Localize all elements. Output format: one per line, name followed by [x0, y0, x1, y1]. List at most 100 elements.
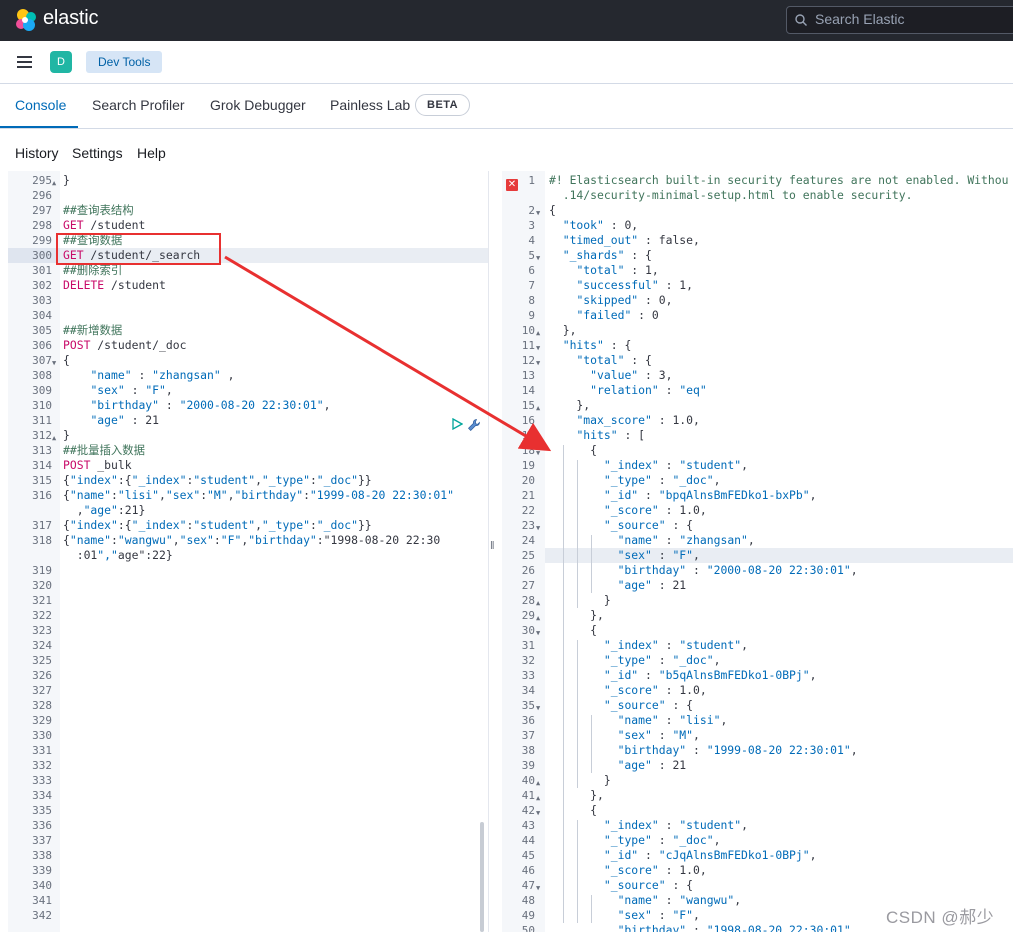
output-fold-toggle-icon[interactable]: ▼ — [536, 431, 544, 446]
output-fold-toggle-icon[interactable]: ▼ — [536, 881, 544, 896]
wrench-icon[interactable] — [467, 418, 481, 432]
elastic-logo-icon[interactable] — [14, 8, 38, 32]
output-line: "_index" : "student", — [603, 818, 748, 832]
line-number: 319 — [32, 564, 52, 577]
output-fold-toggle-icon[interactable]: ▲ — [536, 791, 544, 806]
output-line-number: 25 — [521, 549, 535, 562]
output-line-number: 27 — [521, 579, 535, 592]
code-line[interactable]: "birthday" : "2000-08-20 22:30:01", — [63, 398, 330, 413]
response-output[interactable]: ✕ 1 #! Elasticsearch built-in security fe… — [502, 171, 1013, 932]
output-line: }, — [549, 323, 577, 337]
output-line: "_index" : "student", — [603, 638, 748, 652]
output-fold-toggle-icon[interactable]: ▲ — [536, 611, 544, 626]
send-request-icon[interactable] — [451, 418, 463, 430]
line-number: 339 — [32, 864, 52, 877]
tab-grok-debugger[interactable]: Grok Debugger — [210, 97, 306, 113]
request-editor[interactable]: 295 ▲} 296 297 ##查询表结构 298 GET /student 299 ##查询… — [8, 171, 489, 932]
line-number: 301 — [32, 264, 52, 277]
output-fold-toggle-icon[interactable]: ▼ — [536, 626, 544, 641]
code-line[interactable]: {"index":{"_index":"student","_type":"_d… — [63, 473, 372, 488]
line-number: 342 — [32, 909, 52, 922]
output-fold-toggle-icon[interactable]: ▼ — [536, 341, 544, 356]
fold-toggle-icon[interactable]: ▼ — [52, 356, 60, 371]
code-line[interactable]: {"name":"lisi","sex":"M","birthday":"199… — [63, 488, 454, 503]
code-line[interactable]: } — [63, 173, 70, 188]
line-number: 324 — [32, 639, 52, 652]
panel-resize-handle[interactable]: ‖ — [490, 540, 498, 556]
code-line[interactable]: "age" : 21 — [63, 413, 159, 428]
output-line: }, — [549, 398, 591, 412]
code-line[interactable]: POST _bulk — [63, 458, 132, 473]
code-line[interactable]: } — [63, 428, 70, 443]
line-number: 315 — [32, 474, 52, 487]
output-fold-toggle-icon[interactable]: ▼ — [536, 446, 544, 461]
editor-scrollbar[interactable] — [480, 822, 484, 932]
line-number: 306 — [32, 339, 52, 352]
code-line[interactable]: {"name":"wangwu","sex":"F","birthday":"1… — [63, 533, 440, 548]
output-line-number: 47 — [521, 879, 535, 892]
line-number: 331 — [32, 744, 52, 757]
help-link[interactable]: Help — [137, 145, 166, 161]
space-avatar[interactable]: D — [50, 51, 72, 73]
code-line[interactable]: ,"age":21} — [63, 503, 146, 518]
output-line-number: 31 — [521, 639, 535, 652]
output-line-number: 35 — [521, 699, 535, 712]
fold-toggle-icon[interactable]: ▲ — [52, 431, 60, 446]
code-line[interactable]: "name" : "zhangsan" , — [63, 368, 234, 383]
indent-guide — [563, 445, 564, 923]
output-fold-toggle-icon[interactable]: ▼ — [536, 206, 544, 221]
output-line: "value" : 3, — [590, 368, 673, 382]
line-number: 321 — [32, 594, 52, 607]
output-line: "_shards" : { — [562, 248, 652, 262]
search-icon — [795, 14, 807, 26]
line-number: 320 — [32, 579, 52, 592]
indent-guide — [591, 535, 592, 593]
code-line[interactable]: GET /student — [63, 218, 145, 233]
output-line: "_id" : "b5qAlnsBmFEDko1-0BPj", — [603, 668, 817, 682]
output-fold-toggle-icon[interactable]: ▼ — [536, 251, 544, 266]
watermark: CSDN @郝少 — [886, 908, 995, 927]
code-line[interactable]: ##新增数据 — [63, 323, 122, 338]
search-input[interactable]: Search Elastic — [786, 6, 1013, 34]
code-line[interactable]: DELETE /student — [63, 278, 166, 293]
tab-console[interactable]: Console — [15, 97, 66, 113]
output-fold-toggle-icon[interactable]: ▲ — [536, 326, 544, 341]
brand-name[interactable]: elastic — [43, 7, 98, 30]
output-fold-toggle-icon[interactable]: ▼ — [536, 701, 544, 716]
line-number: 302 — [32, 279, 52, 292]
line-number: 313 — [32, 444, 52, 457]
line-number: 337 — [32, 834, 52, 847]
breadcrumb-dev-tools[interactable]: Dev Tools — [86, 51, 163, 73]
line-number: 295 — [32, 174, 52, 187]
code-line[interactable]: {"index":{"_index":"student","_type":"_d… — [63, 518, 372, 533]
code-line[interactable]: POST /student/_doc — [63, 338, 186, 353]
tab-painless-lab[interactable]: Painless Lab — [330, 97, 410, 113]
output-fold-toggle-icon[interactable]: ▲ — [536, 776, 544, 791]
fold-toggle-icon[interactable]: ▲ — [52, 176, 60, 191]
output-line: "total" : { — [576, 353, 652, 367]
history-link[interactable]: History — [15, 145, 59, 161]
output-fold-toggle-icon[interactable]: ▼ — [536, 356, 544, 371]
output-line: "hits" : [ — [576, 428, 646, 442]
output-fold-toggle-icon[interactable]: ▲ — [536, 596, 544, 611]
code-line[interactable]: ##批量插入数据 — [63, 443, 145, 458]
code-line[interactable]: "sex" : "F", — [63, 383, 172, 398]
line-number: 316 — [32, 489, 52, 502]
line-number: 297 — [32, 204, 52, 217]
output-fold-toggle-icon[interactable]: ▼ — [536, 806, 544, 821]
indent-guide — [591, 715, 592, 773]
output-fold-toggle-icon[interactable]: ▼ — [536, 521, 544, 536]
settings-link[interactable]: Settings — [72, 145, 123, 161]
tab-search-profiler[interactable]: Search Profiler — [92, 97, 185, 113]
code-line[interactable]: ##删除索引 — [63, 263, 122, 278]
output-fold-toggle-icon[interactable]: ▲ — [536, 401, 544, 416]
output-line-number: 2 — [528, 204, 535, 217]
output-line-number: 11 — [521, 339, 535, 352]
code-line[interactable]: :01","age":22} — [63, 548, 173, 563]
output-line: "skipped" : 0, — [576, 293, 673, 307]
menu-hamburger-icon[interactable] — [17, 56, 32, 68]
output-line-number: 19 — [521, 459, 535, 472]
output-line-number: 32 — [521, 654, 535, 667]
code-line[interactable]: ##查询表结构 — [63, 203, 134, 218]
code-line[interactable]: { — [63, 353, 70, 368]
